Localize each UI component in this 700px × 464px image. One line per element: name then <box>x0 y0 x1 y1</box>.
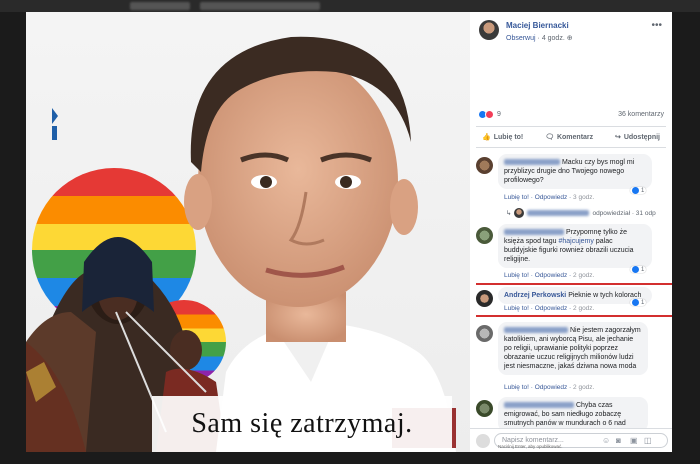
commenter-avatar[interactable] <box>476 325 493 342</box>
more-options-icon[interactable]: ••• <box>651 20 662 31</box>
comment-button-label: Komentarz <box>556 133 594 141</box>
comment-reply-link[interactable]: Odpowiedz <box>535 384 568 391</box>
comment-bubble: Macku czy bys mogl mi przyblizyc drugie … <box>498 154 652 189</box>
composer-hint: Naciśnij Enter, aby opublikować. <box>498 444 563 449</box>
reactions-count: 9 <box>497 111 501 118</box>
reply-arrow-icon: ↳ <box>506 210 512 217</box>
comment-reply-link[interactable]: Odpowiedz <box>535 305 568 312</box>
like-reaction-icon <box>632 266 639 273</box>
post-header: Maciej Biernacki Obserwuj · 4 godz. ⊕ ••… <box>470 12 672 52</box>
like-button[interactable]: 👍 Lubię to! <box>482 133 524 142</box>
blurred-author-name <box>504 327 568 334</box>
share-button[interactable]: ↪ Udostępnij <box>614 133 660 142</box>
follow-link[interactable]: Obserwuj <box>506 35 536 42</box>
blurred-author-name <box>504 159 560 166</box>
arrow-decoration <box>52 108 58 124</box>
commenter-avatar[interactable] <box>476 157 493 174</box>
commenter-avatar[interactable] <box>476 290 493 307</box>
comment-bubble: Przypomnę tylko że księża spod tagu #haj… <box>498 224 652 268</box>
page-bottom-margin <box>0 452 700 464</box>
comment-bubble: Nie jestem zagorzałym katolikiem, ani wy… <box>498 322 648 375</box>
love-reaction-icon <box>485 110 494 119</box>
photo-illustration <box>26 36 456 452</box>
comment-reaction-badge[interactable]: 1 <box>630 266 647 273</box>
post-time[interactable]: 4 godz. <box>542 35 565 42</box>
comment-like-link[interactable]: Lubię to! <box>504 194 529 201</box>
camera-icon[interactable]: ◙ <box>616 436 621 445</box>
comment-reaction-badge[interactable]: 1 <box>630 187 647 194</box>
post-actions: 👍 Lubię to! 🗨 Komentarz ↪ Udostępnij <box>476 126 666 148</box>
comment-button[interactable]: 🗨 Komentarz <box>545 133 594 142</box>
highlight-underline <box>476 315 672 317</box>
blurred-reply-author <box>527 210 590 216</box>
photo-caption-text: Sam się zatrzymaj. <box>191 408 413 439</box>
sticker-icon[interactable]: ◫ <box>644 436 652 445</box>
gif-icon[interactable]: ▣ <box>630 436 638 445</box>
post-meta: Obserwuj · 4 godz. ⊕ <box>506 35 573 42</box>
comment-like-link[interactable]: Lubię to! <box>504 305 529 312</box>
reactions-summary[interactable]: 9 <box>478 110 501 119</box>
blurred-author-name <box>504 229 564 236</box>
comment-links: Lubię to! · Odpowiedz · 3 godz. <box>504 194 595 201</box>
comment-time[interactable]: 2 godz. <box>573 305 594 312</box>
comment-time[interactable]: 2 godz. <box>573 272 594 279</box>
comment-reaction-badge[interactable]: 1 <box>630 299 647 306</box>
like-reaction-icon <box>632 299 639 306</box>
share-arrow-icon: ↪ <box>614 134 621 141</box>
commenter-avatar[interactable] <box>476 227 493 244</box>
share-button-label: Udostępnij <box>623 133 660 141</box>
comment-reaction-count: 1 <box>641 187 645 194</box>
comment-time[interactable]: 2 godz. <box>573 384 594 391</box>
reply-preview-text: odpowiedział · 31 odp <box>592 209 656 217</box>
author-avatar[interactable] <box>479 20 499 40</box>
comment-reaction-count: 1 <box>641 299 645 306</box>
hashtag-link[interactable]: #hajcujemy <box>558 238 593 245</box>
author-name[interactable]: Maciej Biernacki <box>506 21 569 30</box>
comment-author[interactable]: Andrzej Perkowski <box>504 292 566 299</box>
comment-like-link[interactable]: Lubię to! <box>504 384 529 391</box>
post-stats: 9 36 komentarzy <box>478 110 664 122</box>
comment-text: Pieknie w tych kolorach <box>566 292 642 299</box>
page-right-margin <box>672 12 700 452</box>
arrow-decoration-stem <box>52 126 57 140</box>
comment-reply-link[interactable]: Odpowiedz <box>535 194 568 201</box>
reply-preview[interactable]: ↳ odpowiedział · 31 odp <box>506 208 656 218</box>
comment-reaction-count: 1 <box>641 266 645 273</box>
like-button-label: Lubię to! <box>493 133 524 141</box>
comments-count[interactable]: 36 komentarzy <box>618 111 664 118</box>
browser-top-strip <box>0 0 700 12</box>
reply-avatar <box>514 208 525 218</box>
comment-links: Lubię to! · Odpowiedz · 2 godz. <box>504 272 595 279</box>
post-photo[interactable] <box>26 12 470 452</box>
speech-bubble-icon: 🗨 <box>545 134 554 141</box>
post-side-panel: Maciej Biernacki Obserwuj · 4 godz. ⊕ ••… <box>470 12 672 452</box>
comment-time[interactable]: 3 godz. <box>573 194 594 201</box>
blurred-author-name <box>504 402 574 409</box>
comment-like-link[interactable]: Lubię to! <box>504 272 529 279</box>
like-reaction-icon <box>632 187 639 194</box>
comment-reply-link[interactable]: Odpowiedz <box>535 272 568 279</box>
commenter-avatar[interactable] <box>476 400 493 417</box>
comment-bubble: Chyba czas emigrować, bo sam niedługo zo… <box>498 397 648 432</box>
current-user-avatar <box>476 434 490 448</box>
comment-links: Lubię to! · Odpowiedz · 2 godz. <box>504 384 595 391</box>
comment-links: Lubię to! · Odpowiedz · 2 godz. <box>504 305 595 312</box>
globe-icon: ⊕ <box>566 35 573 42</box>
comment-bubble: Andrzej Perkowski Pieknie w tych kolorac… <box>498 287 652 304</box>
thumbs-up-icon: 👍 <box>482 134 491 141</box>
highlight-underline <box>476 283 672 285</box>
comment-text: Nie jestem zagorzałym katolikiem, ani wy… <box>504 327 641 370</box>
emoji-icon[interactable]: ☺ <box>602 436 610 445</box>
photo-caption: Sam się zatrzymaj. <box>152 396 452 452</box>
